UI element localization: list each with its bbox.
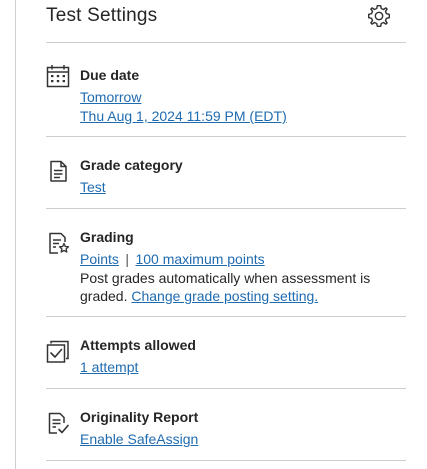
grade-category-label: Grade category [80,157,183,173]
due-date-label: Due date [80,67,140,83]
grading-content: Grading Points | 100 maximum points Post… [80,228,406,305]
change-grade-posting-link[interactable]: Change grade posting setting. [131,288,318,304]
enable-safeassign-link[interactable]: Enable SafeAssign [80,431,198,447]
panel-left-border [15,0,16,469]
originality-label: Originality Report [80,409,199,425]
grading-label: Grading [80,229,134,245]
attempts-link[interactable]: 1 attempt [80,359,138,375]
attempts-label: Attempts allowed [80,337,196,353]
grade-category-content: Grade category Test [80,156,406,197]
document-check-icon [48,412,69,434]
grading-type-link[interactable]: Points [80,251,119,267]
grade-category-link[interactable]: Test [80,179,106,195]
due-date-content: Due date Tomorrow Thu Aug 1, 2024 11:59 … [80,66,406,126]
attempts-content: Attempts allowed 1 attempt [80,336,406,377]
gear-icon[interactable] [366,3,392,29]
calendar-icon [46,65,70,88]
grading-separator: | [125,251,130,267]
panel-title: Test Settings [46,5,158,26]
attempts-section: Attempts allowed 1 attempt [46,317,406,389]
grade-category-section: Grade category Test [46,137,406,209]
max-points-link[interactable]: 100 maximum points [135,251,264,267]
grading-section: Grading Points | 100 maximum points Post… [46,209,406,317]
document-icon [50,160,67,182]
checkbox-stack-icon [46,340,69,363]
originality-content: Originality Report Enable SafeAssign [80,408,406,449]
due-date-section: Due date Tomorrow Thu Aug 1, 2024 11:59 … [46,44,406,137]
due-date-relative-link[interactable]: Tomorrow [80,89,141,105]
panel-header: Test Settings [46,0,406,43]
grade-posting-text: Post grades automatically when assessmen… [80,269,400,305]
grading-star-icon [49,232,70,254]
due-date-full-link[interactable]: Thu Aug 1, 2024 11:59 PM (EDT) [80,108,287,124]
originality-section: Originality Report Enable SafeAssign [46,389,406,461]
